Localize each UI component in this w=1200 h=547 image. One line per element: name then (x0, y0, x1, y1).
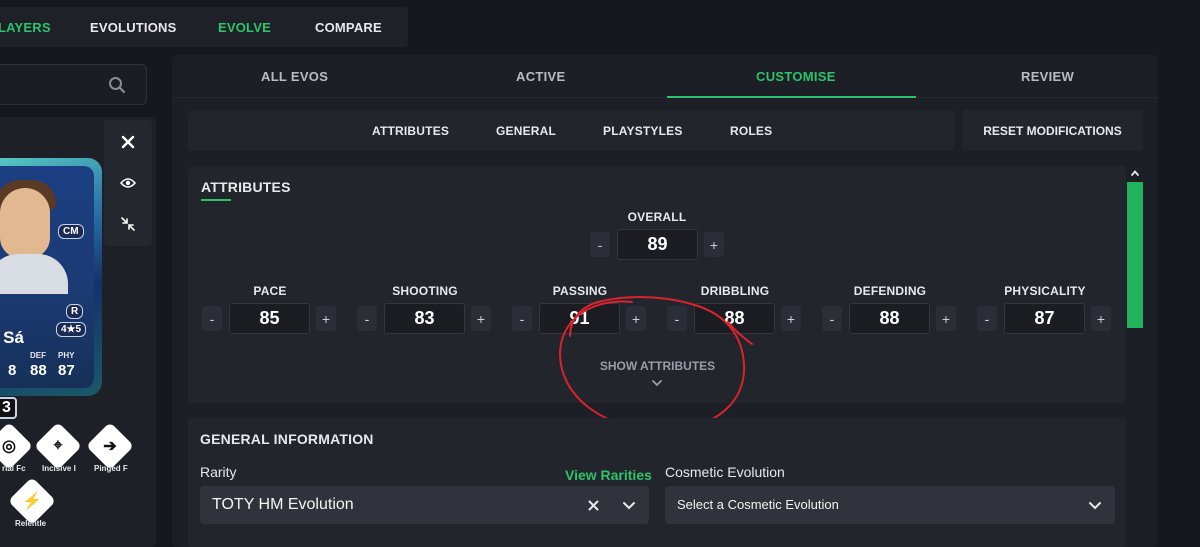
card-stat-value: 88 (30, 362, 47, 379)
card-stat-value: 8 (8, 362, 17, 379)
close-button[interactable] (104, 122, 152, 162)
reset-modifications-button[interactable]: RESET MODIFICATIONS (962, 110, 1143, 151)
nav-players[interactable]: LAYERS (0, 20, 51, 35)
section-title: GENERAL INFORMATION (200, 431, 374, 447)
card-actions (104, 120, 152, 246)
cosmetic-evolution-label: Cosmetic Evolution (665, 464, 785, 480)
eye-icon (120, 178, 136, 188)
view-rarities-link[interactable]: View Rarities (565, 467, 652, 483)
stat-label-shooting: SHOOTING (392, 284, 458, 298)
position-badge: CM (58, 224, 84, 239)
subnav-general[interactable]: GENERAL (496, 124, 556, 138)
annotation-circle (558, 296, 753, 432)
chevron-down-icon[interactable] (1088, 501, 1102, 510)
player-portrait (0, 188, 50, 258)
tab-all-evos[interactable]: ALL EVOS (261, 69, 328, 84)
physicality-increment-button[interactable]: + (1091, 306, 1111, 331)
player-card: CM R 4★5 o Sá DEF PHY 8 88 87 (0, 158, 102, 396)
shooting-value[interactable]: 83 (384, 303, 465, 334)
rarity-label: Rarity (200, 464, 237, 480)
defending-decrement-button[interactable]: - (822, 306, 842, 331)
rarity-select[interactable]: TOTY HM Evolution (200, 486, 649, 524)
search-input[interactable] (0, 64, 147, 105)
player-name: o Sá (0, 328, 24, 347)
dribbling-increment-button[interactable]: + (781, 306, 801, 331)
customise-subnav: ATTRIBUTES GENERAL PLAYSTYLES ROLES (188, 110, 955, 151)
cosmetic-evolution-placeholder: Select a Cosmetic Evolution (677, 497, 839, 512)
card-stat-value: 87 (58, 362, 75, 379)
foot-badge: R (66, 304, 84, 319)
pace-value[interactable]: 85 (229, 303, 310, 334)
physicality-decrement-button[interactable]: - (977, 306, 997, 331)
battery-bolt-icon: ⚡ (22, 493, 42, 510)
rarity-value: TOTY HM Evolution (212, 496, 354, 513)
nav-compare[interactable]: COMPARE (315, 20, 382, 35)
subnav-roles[interactable]: ROLES (730, 124, 772, 138)
collapse-arrows-icon (121, 217, 135, 231)
shield-target-icon: ◎ (2, 438, 16, 455)
pace-increment-button[interactable]: + (316, 306, 336, 331)
chevron-up-icon[interactable] (1130, 169, 1140, 177)
overall-label: OVERALL (627, 210, 687, 224)
overall-increment-button[interactable]: + (704, 232, 724, 257)
defending-value[interactable]: 88 (849, 303, 930, 334)
attributes-scrollbar[interactable] (1127, 167, 1143, 403)
shooting-increment-button[interactable]: + (471, 306, 491, 331)
stat-label-physicality: PHYSICALITY (1004, 284, 1086, 298)
section-title: ATTRIBUTES (201, 179, 291, 195)
skills-badge: 4★5 (56, 322, 87, 337)
defending-increment-button[interactable]: + (936, 306, 956, 331)
card-body: CM R 4★5 o Sá DEF PHY 8 88 87 (0, 166, 94, 388)
nav-evolutions[interactable]: EVOLUTIONS (90, 20, 177, 35)
playstyle-label: rial Fc (2, 464, 26, 473)
chevron-down-icon[interactable] (622, 501, 636, 510)
tabs-divider (172, 97, 1158, 98)
passing-decrement-button[interactable]: - (512, 306, 532, 331)
active-tab-indicator (667, 96, 916, 98)
card-stat-label: PHY (58, 351, 75, 360)
playstyle-label: Pinged F (94, 464, 128, 473)
preview-button[interactable] (104, 163, 152, 203)
overall-value[interactable]: 89 (617, 229, 698, 260)
top-nav: LAYERS EVOLUTIONS EVOLVE COMPARE (0, 7, 408, 47)
tab-active[interactable]: ACTIVE (516, 69, 565, 84)
clear-icon[interactable] (588, 500, 599, 511)
rating-fragment: 3 (0, 397, 17, 419)
playstyle-label: Relentle (15, 519, 47, 528)
tab-review[interactable]: REVIEW (1021, 69, 1074, 84)
search-icon[interactable] (108, 76, 126, 94)
overall-decrement-button[interactable]: - (590, 232, 610, 257)
shooting-decrement-button[interactable]: - (357, 306, 377, 331)
location-pin-icon: ⌖ (53, 437, 63, 454)
arrow-pass-icon: ➔ (103, 438, 117, 455)
tab-customise[interactable]: CUSTOMISE (756, 69, 836, 84)
section-underline (201, 199, 231, 201)
stat-label-pace: PACE (253, 284, 287, 298)
close-icon (121, 135, 135, 149)
playstyles-list: ◎ rial Fc ⌖ Incisive I ➔ Pinged F ⚡ Rele… (0, 421, 160, 545)
card-stat-label: DEF (30, 351, 46, 360)
cosmetic-evolution-select[interactable]: Select a Cosmetic Evolution (665, 486, 1115, 524)
pace-decrement-button[interactable]: - (202, 306, 222, 331)
subnav-attributes[interactable]: ATTRIBUTES (372, 124, 449, 138)
nav-evolve[interactable]: EVOLVE (218, 20, 271, 35)
subnav-playstyles[interactable]: PLAYSTYLES (603, 124, 683, 138)
stat-label-defending: DEFENDING (853, 284, 927, 298)
physicality-value[interactable]: 87 (1004, 303, 1085, 334)
playstyle-label: Incisive I (42, 464, 76, 473)
scrollbar-thumb[interactable] (1127, 182, 1143, 328)
compare-button[interactable] (104, 204, 152, 244)
general-information-panel: GENERAL INFORMATION Rarity View Rarities… (188, 418, 1126, 547)
player-shirt (0, 254, 68, 294)
